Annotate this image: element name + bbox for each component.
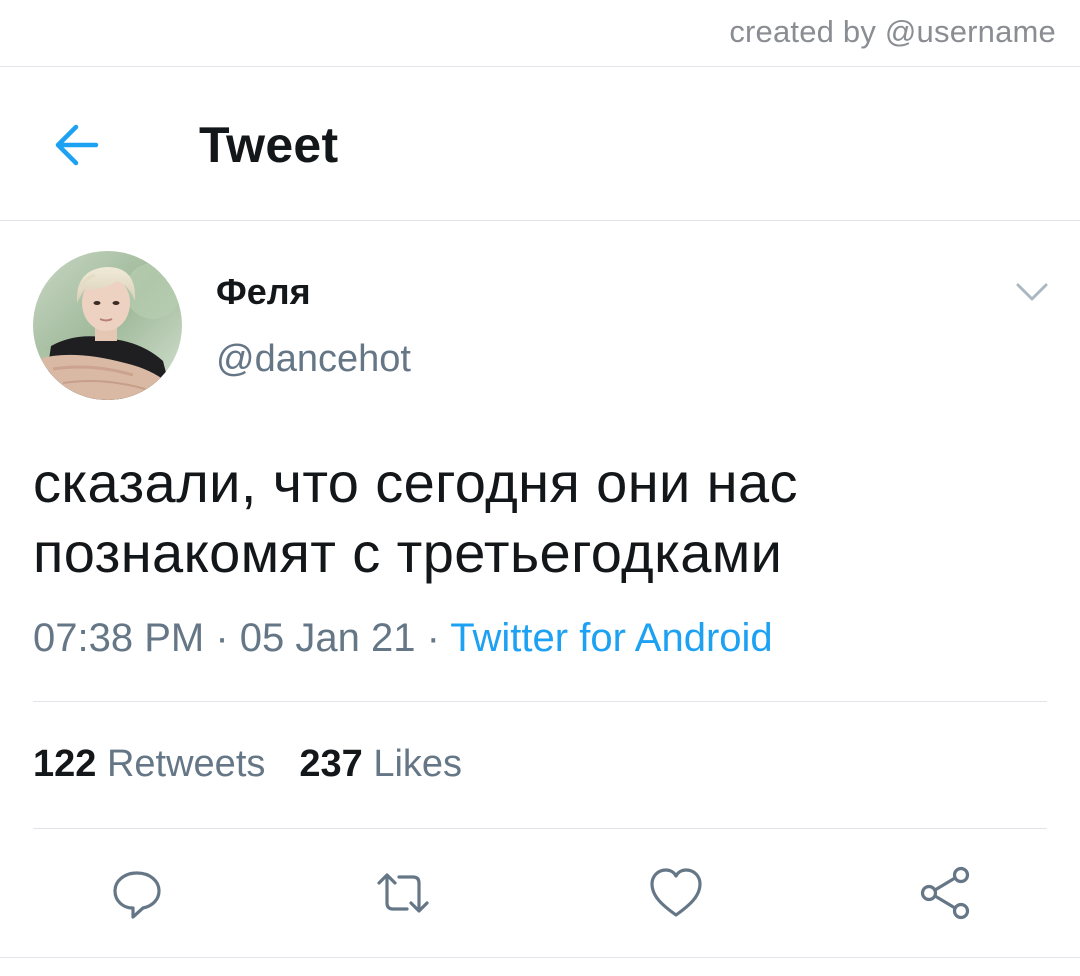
meta-separator: ·: [204, 616, 240, 660]
retweets-count: 122: [33, 743, 97, 785]
meta-divider: [33, 701, 1047, 702]
retweet-button[interactable]: [375, 865, 431, 921]
header-divider: [0, 220, 1080, 221]
chevron-down-icon: [1016, 283, 1048, 301]
reply-button[interactable]: [109, 865, 165, 921]
meta-separator: ·: [415, 616, 451, 660]
retweets-stat[interactable]: 122 Retweets: [33, 743, 265, 785]
share-button[interactable]: [917, 865, 973, 921]
avatar[interactable]: [33, 251, 182, 400]
page-title: Tweet: [199, 117, 339, 173]
stats-divider: [33, 828, 1047, 829]
share-icon: [920, 866, 970, 920]
reply-icon: [113, 871, 161, 919]
tweet-text-line: сказали, что сегодня они нас: [33, 451, 798, 514]
bottom-divider: [0, 957, 1080, 958]
likes-stat[interactable]: 237 Likes: [299, 743, 462, 785]
more-options-button[interactable]: [1014, 279, 1050, 305]
retweet-icon: [377, 873, 429, 913]
like-button[interactable]: [648, 865, 704, 921]
tweet-text-line: познакомят с третьегодками: [33, 521, 783, 584]
likes-count: 237: [299, 743, 363, 785]
retweets-label: Retweets: [106, 743, 266, 785]
back-button[interactable]: [50, 119, 104, 171]
tweet-time: 07:38 PM: [33, 616, 205, 660]
author-display-name[interactable]: Феля: [216, 271, 311, 313]
likes-label: Likes: [373, 743, 463, 785]
arrow-left-icon: [55, 124, 99, 166]
header-bar: Tweet: [0, 67, 1080, 220]
tweet-meta: 07:38 PM · 05 Jan 21 · Twitter for Andro…: [33, 616, 773, 661]
watermark-text: created by @username: [729, 14, 1056, 49]
tweet-stats: 122 Retweets 237 Likes: [33, 743, 462, 786]
heart-icon: [650, 868, 702, 917]
author-handle[interactable]: @dancehot: [216, 338, 411, 381]
tweet-actions: [0, 865, 1080, 921]
avatar-image: [33, 251, 182, 400]
tweet-source-link[interactable]: Twitter for Android: [450, 616, 772, 660]
tweet-date: 05 Jan 21: [239, 616, 416, 660]
tweet-text: сказали, что сегодня они нас познакомят …: [33, 448, 1047, 588]
